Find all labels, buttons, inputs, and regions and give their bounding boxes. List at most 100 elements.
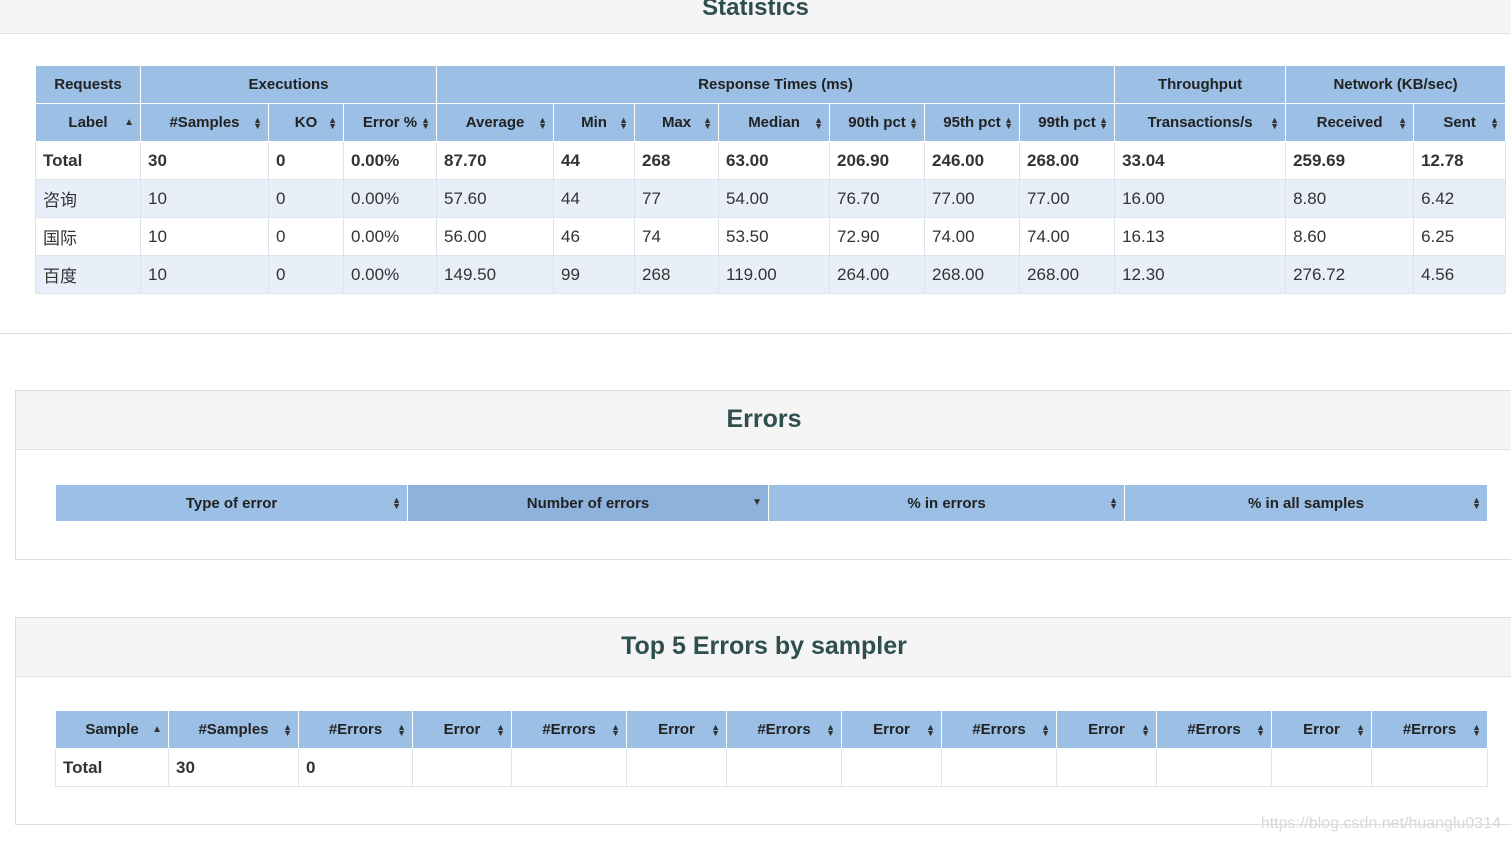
stats-header-label: Max — [661, 114, 692, 131]
top5-header-num-samples-1[interactable]: #Samples ▲ ▼ — [168, 710, 299, 749]
table-cell: 77.00 — [924, 179, 1021, 218]
errors-header-type-of-error-0[interactable]: Type of error ▲ ▼ — [55, 484, 408, 522]
stats-header-received-12[interactable]: Received ▲ ▼ — [1285, 103, 1415, 142]
table-cell: 0 — [268, 141, 344, 180]
table-cell: 74.00 — [1019, 217, 1116, 256]
stats-header-ko-2[interactable]: KO ▲ ▼ — [268, 103, 344, 142]
table-cell: 8.80 — [1285, 179, 1415, 218]
stats-header-99th-pct-10[interactable]: 99th pct ▲ ▼ — [1019, 103, 1116, 142]
sort-both-icon: ▲ ▼ — [711, 721, 720, 738]
top5-header-num-errors-8[interactable]: #Errors ▲ ▼ — [941, 710, 1057, 749]
table-row: 国际 10 0 0.00% 56.00 46 74 53.50 72.90 74.00 74.00 1… — [35, 217, 1507, 256]
stats-header-label: Min — [581, 114, 607, 131]
top5-header-num-errors-10[interactable]: #Errors ▲ ▼ — [1156, 710, 1272, 749]
stats-header-error-pct-3[interactable]: Error % ▲ ▼ — [342, 103, 438, 142]
group-header-executions: Executions — [139, 65, 438, 104]
errors-header-pct-in-errors-2[interactable]: % in errors ▲ ▼ — [768, 484, 1125, 522]
sort-both-icon: ▲ ▼ — [909, 114, 919, 131]
table-cell: 12.30 — [1114, 255, 1287, 294]
table-cell: 16.13 — [1114, 217, 1287, 256]
table-cell: 0 — [268, 179, 344, 218]
table-cell — [726, 748, 842, 787]
stats-header-min-5[interactable]: Min ▲ ▼ — [553, 103, 636, 142]
sort-both-icon: ▲ ▼ — [1109, 495, 1118, 511]
sort-both-icon: ▲ ▼ — [619, 114, 629, 131]
top5-header-error-7[interactable]: Error ▲ ▼ — [841, 710, 942, 749]
errors-title: Errors — [726, 405, 802, 433]
errors-header-label: % in errors — [907, 494, 986, 512]
errors-header-pct-in-all-samples-3[interactable]: % in all samples ▲ ▼ — [1124, 484, 1488, 522]
table-cell: 33.04 — [1114, 141, 1287, 180]
top5-header-label: Error — [873, 721, 910, 738]
top5-header-label: #Errors — [542, 721, 596, 738]
stats-header-90th-pct-8[interactable]: 90th pct ▲ ▼ — [829, 103, 926, 142]
sort-asc-icon: ▲ — [152, 723, 162, 735]
top5-header-label: #Samples — [198, 721, 269, 738]
table-cell — [1056, 748, 1157, 787]
top5-header-error-3[interactable]: Error ▲ ▼ — [412, 710, 512, 749]
sort-both-icon: ▲ ▼ — [1472, 495, 1481, 511]
table-cell: 268 — [634, 141, 720, 180]
table-cell: 10 — [140, 217, 269, 256]
top5-header-num-errors-12[interactable]: #Errors ▲ ▼ — [1371, 710, 1488, 749]
watermark: https://blog.csdn.net/huanglu0314 — [1260, 815, 1501, 832]
table-cell: 268.00 — [924, 255, 1021, 294]
stats-header-transactions-s-11[interactable]: Transactions/s ▲ ▼ — [1114, 103, 1287, 142]
table-cell: 0.00% — [342, 255, 438, 294]
top5-errors-panel: Top 5 Errors by sampler Sample ▲ #Samples ▲… — [15, 617, 1511, 825]
table-cell: 264.00 — [829, 255, 926, 294]
table-cell: 72.90 — [829, 217, 926, 256]
table-cell: 268 — [634, 255, 720, 294]
stats-header-max-6[interactable]: Max ▲ ▼ — [634, 103, 720, 142]
sort-both-icon: ▲ ▼ — [421, 114, 431, 131]
table-cell: 0.00% — [342, 179, 438, 218]
stats-header-num-samples-1[interactable]: #Samples ▲ ▼ — [140, 103, 269, 142]
top5-header-num-errors-6[interactable]: #Errors ▲ ▼ — [726, 710, 842, 749]
top5-header-sample-0[interactable]: Sample ▲ — [55, 710, 169, 749]
sort-both-icon: ▲ ▼ — [703, 114, 713, 131]
stats-header-label: 90th pct — [848, 114, 906, 131]
table-cell: 206.90 — [829, 141, 926, 180]
table-cell: 119.00 — [718, 255, 831, 294]
table-cell: 6.25 — [1413, 217, 1507, 256]
table-cell: 74 — [634, 217, 720, 256]
stats-header-label-0[interactable]: Label ▲ — [35, 103, 141, 142]
top5-header-error-5[interactable]: Error ▲ ▼ — [626, 710, 727, 749]
errors-header-label: Type of error — [185, 494, 278, 512]
errors-header-number-of-errors-1[interactable]: Number of errors ▼ — [407, 484, 769, 522]
group-header-throughput: Throughput — [1114, 65, 1287, 104]
table-cell: 99 — [553, 255, 636, 294]
sort-both-icon: ▲ ▼ — [496, 721, 505, 738]
statistics-title: Statistics — [702, 0, 809, 21]
errors-table: Type of error ▲ ▼ Number of errors ▼ % in err… — [55, 484, 1488, 522]
table-cell: 30 — [168, 748, 299, 787]
table-cell: 77 — [634, 179, 720, 218]
top5-header-label: Error — [443, 721, 481, 738]
top5-header-label: Error — [1303, 721, 1340, 738]
stats-header-label: 99th pct — [1038, 114, 1096, 131]
sort-both-icon: ▲ ▼ — [1398, 114, 1408, 131]
table-cell: 0.00% — [342, 217, 438, 256]
stats-header-label: Median — [748, 114, 800, 131]
top5-header-label: #Errors — [1402, 721, 1457, 738]
sort-both-icon: ▲ ▼ — [283, 721, 292, 738]
sort-both-icon: ▲ ▼ — [392, 495, 401, 511]
sort-both-icon: ▲ ▼ — [1270, 114, 1280, 131]
table-cell: 12.78 — [1413, 141, 1507, 180]
table-cell: 57.60 — [436, 179, 555, 218]
top5-header-num-errors-2[interactable]: #Errors ▲ ▼ — [298, 710, 413, 749]
top5-errors-table: Sample ▲ #Samples ▲ ▼ #Errors ▲ ▼ Error ▲ ▼ #Errors… — [55, 710, 1488, 787]
table-cell: 46 — [553, 217, 636, 256]
top5-header-label: #Errors — [328, 721, 383, 738]
top5-header-error-11[interactable]: Error ▲ ▼ — [1271, 710, 1372, 749]
top5-header-error-9[interactable]: Error ▲ ▼ — [1056, 710, 1157, 749]
table-cell: 44 — [553, 179, 636, 218]
table-cell: Total — [35, 141, 141, 180]
top5-header-num-errors-4[interactable]: #Errors ▲ ▼ — [511, 710, 627, 749]
stats-header-average-4[interactable]: Average ▲ ▼ — [436, 103, 555, 142]
stats-header-median-7[interactable]: Median ▲ ▼ — [718, 103, 831, 142]
stats-header-95th-pct-9[interactable]: 95th pct ▲ ▼ — [924, 103, 1021, 142]
stats-header-sent-13[interactable]: Sent ▲ ▼ — [1413, 103, 1507, 142]
table-cell: 咨询 — [35, 179, 141, 218]
table-cell — [412, 748, 512, 787]
